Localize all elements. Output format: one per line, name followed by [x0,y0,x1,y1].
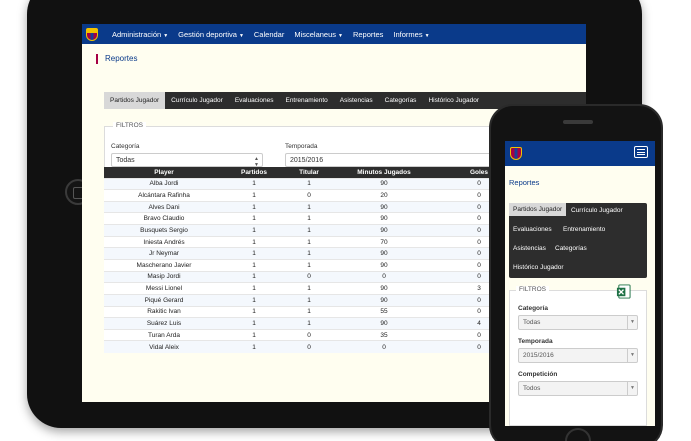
temporada-label: Temporada [285,143,318,150]
mobile-tab-categorias[interactable]: Categorías [555,245,587,252]
mobile-page-title: Reportes [509,178,540,187]
nav-item-informes[interactable]: Informes ▼ [393,30,429,39]
categoria-select[interactable]: Todas ▲ ▼ [111,153,263,168]
mobile-tab-asistencias[interactable]: Asistencias [513,245,546,252]
mobile-categoria-label: Categoría [518,305,548,312]
mobile-report-tabs: Partidos Jugador Currículo Jugador Evalu… [509,203,647,278]
phone-screen: Reportes Partidos Jugador Currículo Juga… [505,141,655,426]
mobile-competicion-label: Competición [518,371,558,378]
top-navbar: Administración ▼ Gestión deportiva ▼ Calen… [82,24,586,44]
caret-down-icon: ▼ [238,32,244,39]
filters-legend: FILTROS [113,122,146,129]
nav-item-calendar[interactable]: Calendar [254,30,284,39]
tab-curriculo-jugador[interactable]: Currículo Jugador [165,92,229,109]
temporada-select[interactable]: 2015/2016 [285,153,515,167]
tab-historico-jugador[interactable]: Histórico Jugador [422,92,485,109]
table-row: Mascherano Javier 1 1 90 0 [104,258,524,272]
nav-item-reportes[interactable]: Reportes [353,30,383,39]
table-row: Masip Jordi 1 0 0 0 [104,270,524,283]
mobile-filters-panel: FILTROS Categoría Todas ▼ Temporada 2015/… [509,286,647,426]
table-row: Alcántara Rafinha 1 0 20 0 [104,189,524,202]
excel-icon[interactable] [616,284,631,299]
tab-asistencias[interactable]: Asistencias [334,92,379,109]
chevron-down-icon: ▼ [627,349,637,362]
mobile-tab-partidos-jugador[interactable]: Partidos Jugador [509,203,567,216]
nav-item-gestion-deportiva[interactable]: Gestión deportiva ▼ [178,30,244,39]
table-row: Messi Lionel 1 1 90 3 [104,282,524,295]
page-title: Reportes [96,54,586,64]
col-header-minutos[interactable]: Minutos Jugados [334,167,434,178]
col-header-titular[interactable]: Titular [284,167,334,178]
table-row: Piqué Gerard 1 1 90 0 [104,293,524,307]
table-row: Jr Neymar 1 1 90 0 [104,247,524,260]
mobile-temporada-select[interactable]: 2015/2016 ▼ [518,348,638,363]
caret-down-icon: ▼ [424,32,430,39]
chevron-down-icon: ▼ [627,316,637,329]
table-row: Alves Dani 1 1 90 0 [104,200,524,213]
mobile-tab-entrenamiento[interactable]: Entrenamiento [563,226,605,233]
showcase-stage: Administración ▼ Gestión deportiva ▼ Calen… [0,0,691,441]
tab-evaluaciones[interactable]: Evaluaciones [229,92,280,109]
tab-entrenamiento[interactable]: Entrenamiento [279,92,333,109]
mobile-tab-evaluaciones[interactable]: Evaluaciones [513,226,552,233]
mobile-tab-historico-jugador[interactable]: Histórico Jugador [513,264,564,271]
table-row: Iniesta Andrés 1 1 70 0 [104,235,524,248]
tab-partidos-jugador[interactable]: Partidos Jugador [104,92,166,109]
phone-speaker [563,120,593,124]
table-row: Bravo Claudio 1 1 90 0 [104,212,524,225]
nav-item-miscelaneus[interactable]: Miscelaneus ▼ [294,30,343,39]
mobile-temporada-label: Temporada [518,338,553,345]
mobile-navbar [505,141,655,166]
caret-down-icon: ▼ [338,32,343,39]
phone-home-button[interactable] [565,428,591,441]
caret-down-icon: ▼ [163,32,169,39]
categoria-label: Categoría [111,143,140,150]
table-row: Turan Arda 1 0 35 0 [104,328,524,341]
nav-item-administracion[interactable]: Administración ▼ [112,30,168,39]
table-row: Rakitic Ivan 1 1 55 0 [104,305,524,318]
phone-device: Reportes Partidos Jugador Currículo Juga… [489,104,663,441]
club-crest-logo[interactable] [510,147,522,160]
table-row: Vidal Aleix 1 0 0 0 [104,340,524,353]
mobile-filters-legend: FILTROS [516,286,549,293]
mobile-competicion-select[interactable]: Todos ▼ [518,381,638,396]
mobile-tab-curriculo-jugador[interactable]: Currículo Jugador [571,207,623,214]
mobile-content: Reportes Partidos Jugador Currículo Juga… [505,166,655,426]
mobile-categoria-select[interactable]: Todas ▼ [518,315,638,330]
table-row: Alba Jordi 1 1 90 0 [104,177,524,190]
players-table: Player Partidos Titular Minutos Jugados … [104,167,524,353]
table-row: Suárez Luis 1 1 90 4 [104,317,524,330]
col-header-player[interactable]: Player [104,167,224,178]
col-header-partidos[interactable]: Partidos [224,167,284,178]
hamburger-menu-icon[interactable] [634,146,648,158]
chevron-down-icon: ▼ [627,382,637,395]
club-crest-logo[interactable] [86,27,98,41]
table-header-row: Player Partidos Titular Minutos Jugados … [104,167,524,178]
tab-categorias[interactable]: Categorías [379,92,423,109]
table-row: Busquets Sergio 1 1 90 0 [104,224,524,237]
